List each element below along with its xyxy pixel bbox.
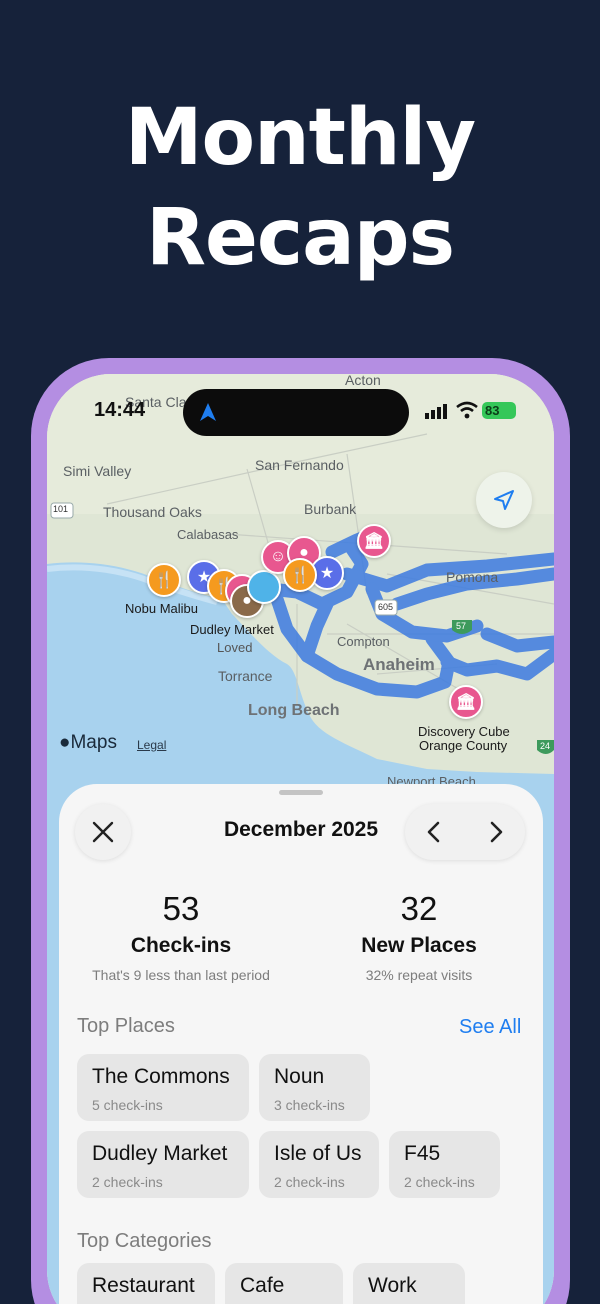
map-label-long-beach: Long Beach <box>248 702 340 719</box>
stat-label: Check-ins <box>130 934 232 957</box>
pin-museum[interactable]: 🏛 <box>357 524 391 558</box>
museum-icon: 🏛 <box>455 694 477 711</box>
stat-value: 53 <box>162 890 200 927</box>
place-count: 3 check-ins <box>274 1097 345 1113</box>
recap-month-title: December 2025 <box>223 818 379 841</box>
navigation-arrow-icon <box>200 403 216 421</box>
place-count: 5 check-ins <box>92 1097 163 1113</box>
place-count: 2 check-ins <box>274 1174 345 1190</box>
headline-line-2: Recaps <box>145 193 455 283</box>
battery-level: 83 <box>485 403 500 418</box>
top-category-chip[interactable]: Cafe <box>225 1263 343 1304</box>
apple-logo-icon: ● <box>59 732 71 753</box>
map-label-pomona: Pomona <box>446 569 499 585</box>
top-place-chip[interactable]: The Commons 5 check-ins <box>77 1054 249 1121</box>
headline: Monthly Recaps <box>0 88 600 288</box>
place-name: Noun <box>274 1065 325 1088</box>
chevron-left-icon <box>427 821 440 843</box>
category-name: Work <box>368 1274 417 1297</box>
pin-cafe[interactable] <box>247 570 281 604</box>
legal-link[interactable]: Legal <box>137 738 166 752</box>
route-shield-24: 24 <box>540 741 551 751</box>
recap-sheet: December 2025 53 Check-ins That's 9 less… <box>59 784 543 1304</box>
stat-subtext: That's 9 less than last period <box>92 967 270 983</box>
wifi-icon <box>456 401 478 419</box>
top-place-chip[interactable]: Noun 3 check-ins <box>259 1054 370 1121</box>
close-icon <box>92 821 114 843</box>
route-shield-57: 57 <box>456 621 467 631</box>
map-label-calabasas: Calabasas <box>177 527 239 542</box>
stat-subtext: 32% repeat visits <box>365 967 473 983</box>
locate-me-button[interactable] <box>476 472 532 528</box>
month-pager <box>405 804 525 860</box>
place-count: 2 check-ins <box>92 1174 163 1190</box>
pin-label-orange-county: Orange County <box>419 738 508 753</box>
previous-month-button[interactable] <box>405 804 461 860</box>
top-place-chip[interactable]: Isle of Us 2 check-ins <box>259 1131 379 1198</box>
stat-label: New Places <box>361 934 477 957</box>
map-label-burbank: Burbank <box>304 501 357 517</box>
next-month-button[interactable] <box>469 804 525 860</box>
place-name: Isle of Us <box>274 1142 362 1165</box>
top-place-chip[interactable]: Dudley Market 2 check-ins <box>77 1131 249 1198</box>
cellular-signal-icon <box>425 404 447 419</box>
maps-brand: Maps <box>70 732 117 753</box>
map-label-torrance: Torrance <box>218 668 273 684</box>
pin-discovery-cube[interactable]: 🏛 <box>449 685 483 719</box>
status-time: 14:44 <box>94 399 146 421</box>
pin-restaurant-2[interactable]: 🍴 <box>283 558 317 592</box>
top-categories-title: Top Categories <box>77 1230 212 1252</box>
place-name: Dudley Market <box>92 1142 228 1165</box>
top-category-chip[interactable]: Work <box>353 1263 465 1304</box>
category-name: Cafe <box>240 1274 285 1297</box>
map-label-thousand-oaks: Thousand Oaks <box>103 504 202 520</box>
museum-icon: 🏛 <box>363 533 385 550</box>
see-all-link[interactable]: See All <box>459 1016 521 1039</box>
chevron-right-icon <box>490 821 503 843</box>
stat-value: 32 <box>400 890 438 927</box>
map-label-compton: Compton <box>337 634 390 649</box>
headline-line-1: Monthly <box>124 93 476 183</box>
pin-sublabel-dudley-market: Loved <box>217 640 253 655</box>
location-arrow-icon <box>494 490 514 510</box>
battery-icon: 83 <box>482 402 516 419</box>
pin-label-dudley-market: Dudley Market <box>190 622 274 637</box>
dynamic-island <box>183 389 409 436</box>
fork-knife-icon: 🍴 <box>290 567 310 584</box>
top-places-title: Top Places <box>77 1015 175 1037</box>
route-shield-605: 605 <box>378 602 394 612</box>
place-name: The Commons <box>92 1065 230 1088</box>
theater-masks-icon: ☺ <box>269 548 287 565</box>
maps-attribution: ●Maps <box>59 732 117 754</box>
close-button[interactable] <box>75 804 131 860</box>
map-label-anaheim: Anaheim <box>363 655 435 674</box>
pin-nobu-malibu[interactable]: 🍴 <box>147 563 181 597</box>
status-bar: 14:44 83 <box>47 374 554 444</box>
map-label-san-fernando: San Fernando <box>255 457 344 473</box>
place-name: F45 <box>404 1142 441 1165</box>
pin-label-discovery-cube: Discovery Cube <box>418 724 510 739</box>
category-name: Restaurant <box>92 1274 195 1297</box>
fork-knife-icon: 🍴 <box>154 572 174 589</box>
top-category-chip[interactable]: Restaurant <box>77 1263 215 1304</box>
sheet-grabber[interactable] <box>279 790 323 795</box>
route-shield-101: 101 <box>53 504 69 514</box>
top-place-chip[interactable]: F45 2 check-ins <box>389 1131 500 1198</box>
pin-label-nobu-malibu: Nobu Malibu <box>125 601 198 616</box>
place-count: 2 check-ins <box>404 1174 475 1190</box>
stat-new-places: 32 New Places 32% repeat visits <box>309 890 529 983</box>
stat-check-ins: 53 Check-ins That's 9 less than last per… <box>71 890 291 983</box>
map-label-simi-valley: Simi Valley <box>63 463 132 479</box>
star-icon: ★ <box>319 565 335 582</box>
phone-screen: Acton Santa Clari Simi Valley San Fernan… <box>47 374 554 1304</box>
